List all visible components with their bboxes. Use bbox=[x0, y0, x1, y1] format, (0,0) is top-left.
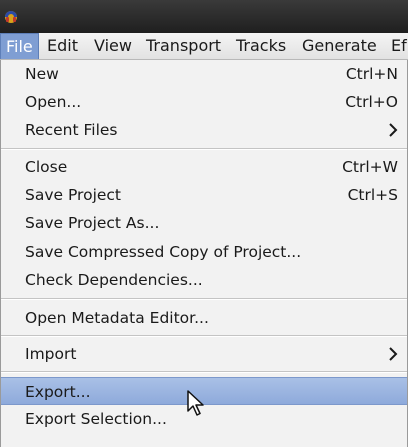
menu-item-label: New bbox=[25, 65, 59, 83]
chevron-right-icon bbox=[389, 123, 398, 137]
menu-separator bbox=[1, 148, 407, 150]
menu-item-label: Recent Files bbox=[25, 121, 118, 139]
menu-item-open-metadata-editor[interactable]: Open Metadata Editor... bbox=[1, 304, 407, 332]
chevron-right-icon bbox=[389, 347, 398, 361]
shortcut-label: Ctrl+W bbox=[342, 158, 398, 176]
menu-item-import[interactable]: Import bbox=[1, 340, 407, 368]
menu-item-recent-files[interactable]: Recent Files bbox=[1, 116, 407, 144]
menu-item-label: Import bbox=[25, 345, 77, 363]
menu-item-label: Open... bbox=[25, 93, 82, 111]
menu-generate[interactable]: Generate bbox=[297, 33, 382, 59]
menu-edit[interactable]: Edit bbox=[42, 33, 83, 59]
menu-item-new[interactable]: New Ctrl+N bbox=[1, 60, 407, 88]
shortcut-label: Ctrl+O bbox=[345, 93, 398, 111]
audacity-icon bbox=[5, 11, 17, 23]
menu-item-save-project-as[interactable]: Save Project As... bbox=[1, 209, 407, 237]
shortcut-label: Ctrl+N bbox=[345, 65, 398, 83]
mouse-pointer-icon bbox=[187, 390, 204, 416]
menu-file[interactable]: File bbox=[0, 33, 39, 59]
menu-item-label: Save Project As... bbox=[25, 214, 160, 232]
menu-separator bbox=[1, 298, 407, 300]
menu-item-open[interactable]: Open... Ctrl+O bbox=[1, 88, 407, 116]
menu-item-label: Save Compressed Copy of Project... bbox=[25, 243, 302, 261]
menu-tracks[interactable]: Tracks bbox=[231, 33, 291, 59]
menu-item-check-dependencies[interactable]: Check Dependencies... bbox=[1, 266, 407, 294]
menu-effect[interactable]: Ef bbox=[386, 33, 408, 59]
menu-item-save-project[interactable]: Save Project Ctrl+S bbox=[1, 181, 407, 209]
menu-item-label: Close bbox=[25, 158, 68, 176]
shortcut-label: Ctrl+S bbox=[347, 186, 398, 204]
file-menu-dropdown: New Ctrl+N Open... Ctrl+O Recent Files C… bbox=[0, 60, 408, 447]
menu-separator bbox=[1, 335, 407, 337]
menu-item-label: Check Dependencies... bbox=[25, 271, 203, 289]
menu-item-label: Open Metadata Editor... bbox=[25, 309, 209, 327]
menu-separator bbox=[1, 371, 407, 373]
menu-bar: File Edit View Transport Tracks Generate… bbox=[0, 33, 408, 60]
menu-item-label: Save Project bbox=[25, 186, 122, 204]
menu-item-label: Export Selection... bbox=[25, 410, 167, 428]
menu-item-save-compressed-copy[interactable]: Save Compressed Copy of Project... bbox=[1, 238, 407, 266]
menu-transport[interactable]: Transport bbox=[141, 33, 226, 59]
menu-view[interactable]: View bbox=[89, 33, 137, 59]
menu-item-close[interactable]: Close Ctrl+W bbox=[1, 153, 407, 181]
menu-item-label: Export... bbox=[25, 383, 91, 401]
title-bar bbox=[0, 0, 408, 33]
